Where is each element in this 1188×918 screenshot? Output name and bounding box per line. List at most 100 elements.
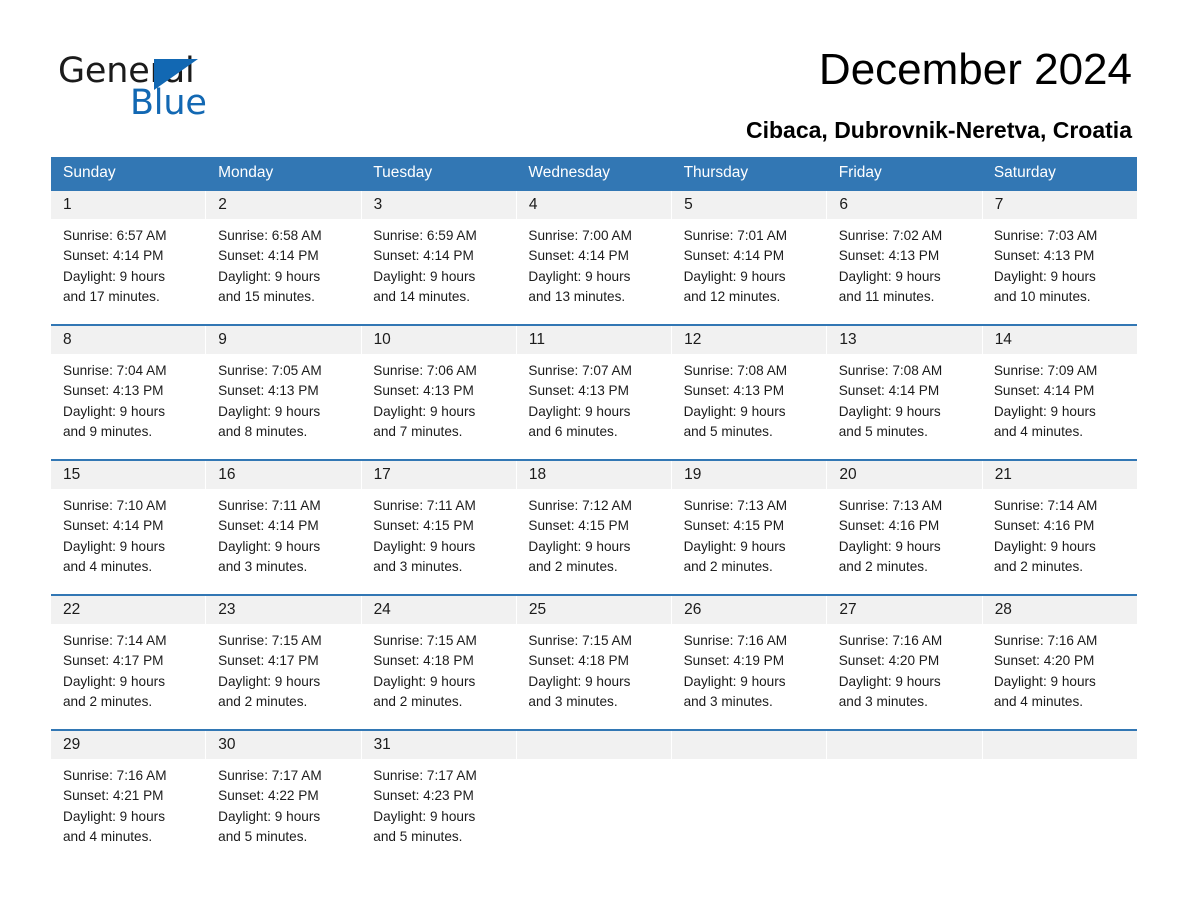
daylight-text-line2: and 10 minutes. (993, 288, 1091, 304)
daylight-text-line2: and 2 minutes. (993, 558, 1084, 574)
day-cell[interactable]: Sunrise: 7:07 AM Sunset: 4:13 PM Dayligh… (516, 354, 671, 459)
day-cell[interactable]: Sunrise: 7:08 AM Sunset: 4:14 PM Dayligh… (827, 354, 982, 459)
date-number[interactable]: 8 (51, 326, 207, 354)
week-detail-row: Sunrise: 7:04 AM Sunset: 4:13 PM Dayligh… (51, 354, 1137, 459)
day-cell[interactable]: Sunrise: 7:11 AM Sunset: 4:15 PM Dayligh… (361, 489, 516, 594)
daylight-text-line1: Daylight: 9 hours (528, 538, 631, 554)
sunset-text: Sunset: 4:14 PM (528, 248, 629, 264)
date-number[interactable]: 7 (983, 191, 1137, 219)
date-number[interactable]: 15 (51, 461, 207, 489)
day-cell[interactable]: Sunrise: 7:11 AM Sunset: 4:14 PM Dayligh… (206, 489, 361, 594)
day-cell[interactable]: Sunrise: 7:08 AM Sunset: 4:13 PM Dayligh… (672, 354, 827, 459)
day-cell[interactable]: Sunrise: 7:16 AM Sunset: 4:20 PM Dayligh… (827, 624, 982, 729)
daylight-text-line2: and 3 minutes. (528, 693, 618, 709)
date-number[interactable]: 22 (51, 596, 207, 624)
general-blue-logo[interactable]: General Blue (58, 52, 298, 124)
date-number[interactable]: 19 (672, 461, 828, 489)
date-number[interactable]: 5 (672, 191, 828, 219)
day-cell[interactable]: Sunrise: 7:00 AM Sunset: 4:14 PM Dayligh… (516, 219, 671, 324)
date-number[interactable]: 1 (51, 191, 207, 219)
date-number[interactable]: 29 (51, 731, 207, 759)
date-number[interactable]: 6 (827, 191, 983, 219)
daylight-text-line1: Daylight: 9 hours (683, 268, 786, 284)
daylight-text-line1: Daylight: 9 hours (63, 808, 166, 824)
day-cell[interactable]: Sunrise: 7:06 AM Sunset: 4:13 PM Dayligh… (361, 354, 516, 459)
sunrise-text: Sunrise: 7:06 AM (373, 363, 477, 378)
day-cell[interactable]: Sunrise: 7:13 AM Sunset: 4:16 PM Dayligh… (827, 489, 982, 594)
calendar-week-row: 15 16 17 18 19 20 21 Sunrise: 7:10 AM Su… (51, 459, 1137, 594)
day-cell[interactable]: Sunrise: 7:09 AM Sunset: 4:14 PM Dayligh… (982, 354, 1137, 459)
date-number[interactable]: 23 (206, 596, 362, 624)
date-number[interactable]: 4 (517, 191, 673, 219)
daylight-text-line1: Daylight: 9 hours (838, 538, 941, 554)
date-number[interactable]: 28 (983, 596, 1137, 624)
date-number[interactable]: 24 (362, 596, 517, 624)
day-cell[interactable]: Sunrise: 7:16 AM Sunset: 4:20 PM Dayligh… (982, 624, 1137, 729)
daylight-text-line2: and 14 minutes. (373, 288, 471, 304)
calendar-week-row: 8 9 10 11 12 13 14 Sunrise: 7:04 AM Suns… (51, 324, 1137, 459)
date-number[interactable]: 26 (672, 596, 828, 624)
daylight-text-line2: and 11 minutes. (838, 288, 935, 304)
day-cell[interactable]: Sunrise: 7:10 AM Sunset: 4:14 PM Dayligh… (51, 489, 206, 594)
date-number[interactable]: 12 (672, 326, 828, 354)
daylight-text-line1: Daylight: 9 hours (993, 538, 1096, 554)
date-number[interactable]: 17 (362, 461, 517, 489)
sunrise-text: Sunrise: 7:12 AM (528, 498, 632, 513)
date-number[interactable]: 11 (517, 326, 673, 354)
date-number[interactable]: 10 (362, 326, 517, 354)
day-cell[interactable]: Sunrise: 7:13 AM Sunset: 4:15 PM Dayligh… (672, 489, 827, 594)
date-number[interactable]: 20 (827, 461, 983, 489)
date-number[interactable]: 31 (362, 731, 517, 759)
daylight-text-line1: Daylight: 9 hours (683, 403, 786, 419)
day-cell[interactable]: Sunrise: 7:15 AM Sunset: 4:18 PM Dayligh… (516, 624, 671, 729)
day-cell[interactable]: Sunrise: 7:16 AM Sunset: 4:21 PM Dayligh… (51, 759, 206, 864)
sunset-text: Sunset: 4:15 PM (373, 518, 474, 534)
date-number[interactable]: 21 (983, 461, 1137, 489)
day-cell[interactable]: Sunrise: 7:17 AM Sunset: 4:23 PM Dayligh… (361, 759, 516, 864)
sunrise-text: Sunrise: 7:11 AM (218, 498, 321, 513)
daylight-text-line1: Daylight: 9 hours (218, 403, 321, 419)
daylight-text-line1: Daylight: 9 hours (683, 673, 786, 689)
date-number[interactable]: 16 (206, 461, 362, 489)
day-cell[interactable]: Sunrise: 7:02 AM Sunset: 4:13 PM Dayligh… (827, 219, 982, 324)
sunrise-text: Sunrise: 7:09 AM (993, 363, 1098, 378)
sunrise-text: Sunrise: 7:14 AM (993, 498, 1098, 513)
date-number[interactable]: 25 (517, 596, 673, 624)
daylight-text-line2: and 2 minutes. (528, 558, 618, 574)
day-cell[interactable]: Sunrise: 7:03 AM Sunset: 4:13 PM Dayligh… (982, 219, 1137, 324)
calendar-page: General Blue December 2024 Cibaca, Dubro… (0, 0, 1188, 918)
day-cell[interactable]: Sunrise: 7:15 AM Sunset: 4:17 PM Dayligh… (206, 624, 361, 729)
day-cell[interactable]: Sunrise: 7:12 AM Sunset: 4:15 PM Dayligh… (516, 489, 671, 594)
sunrise-text: Sunrise: 7:17 AM (218, 768, 322, 783)
day-cell[interactable]: Sunrise: 7:15 AM Sunset: 4:18 PM Dayligh… (361, 624, 516, 729)
daylight-text-line2: and 4 minutes. (63, 558, 153, 574)
sunset-text: Sunset: 4:14 PM (63, 518, 164, 534)
date-number[interactable]: 18 (517, 461, 673, 489)
day-cell[interactable]: Sunrise: 7:16 AM Sunset: 4:19 PM Dayligh… (672, 624, 827, 729)
day-cell[interactable]: Sunrise: 6:57 AM Sunset: 4:14 PM Dayligh… (51, 219, 206, 324)
day-cell[interactable]: Sunrise: 7:14 AM Sunset: 4:16 PM Dayligh… (982, 489, 1137, 594)
date-number[interactable]: 9 (206, 326, 362, 354)
day-cell[interactable]: Sunrise: 7:01 AM Sunset: 4:14 PM Dayligh… (672, 219, 827, 324)
date-number[interactable]: 3 (362, 191, 517, 219)
sunset-text: Sunset: 4:17 PM (63, 653, 164, 669)
daylight-text-line2: and 4 minutes. (63, 828, 153, 844)
sunrise-text: Sunrise: 7:07 AM (528, 363, 632, 378)
day-cell[interactable]: Sunrise: 7:05 AM Sunset: 4:13 PM Dayligh… (206, 354, 361, 459)
weekday-header-saturday: Saturday (993, 164, 1056, 181)
day-cell[interactable]: Sunrise: 6:59 AM Sunset: 4:14 PM Dayligh… (361, 219, 516, 324)
day-cell[interactable]: Sunrise: 7:14 AM Sunset: 4:17 PM Dayligh… (51, 624, 206, 729)
daylight-text-line1: Daylight: 9 hours (218, 538, 321, 554)
day-cell[interactable]: Sunrise: 7:17 AM Sunset: 4:22 PM Dayligh… (206, 759, 361, 864)
daylight-text-line1: Daylight: 9 hours (373, 808, 476, 824)
day-cell[interactable]: Sunrise: 7:04 AM Sunset: 4:13 PM Dayligh… (51, 354, 206, 459)
date-number[interactable]: 27 (827, 596, 983, 624)
date-number[interactable]: 14 (983, 326, 1137, 354)
date-number[interactable]: 2 (206, 191, 362, 219)
date-number[interactable]: 13 (827, 326, 983, 354)
day-cell[interactable]: Sunrise: 6:58 AM Sunset: 4:14 PM Dayligh… (206, 219, 361, 324)
daylight-text-line2: and 15 minutes. (218, 288, 315, 304)
date-number[interactable]: 30 (206, 731, 362, 759)
daylight-text-line2: and 3 minutes. (373, 558, 463, 574)
daylight-text-line1: Daylight: 9 hours (373, 538, 476, 554)
